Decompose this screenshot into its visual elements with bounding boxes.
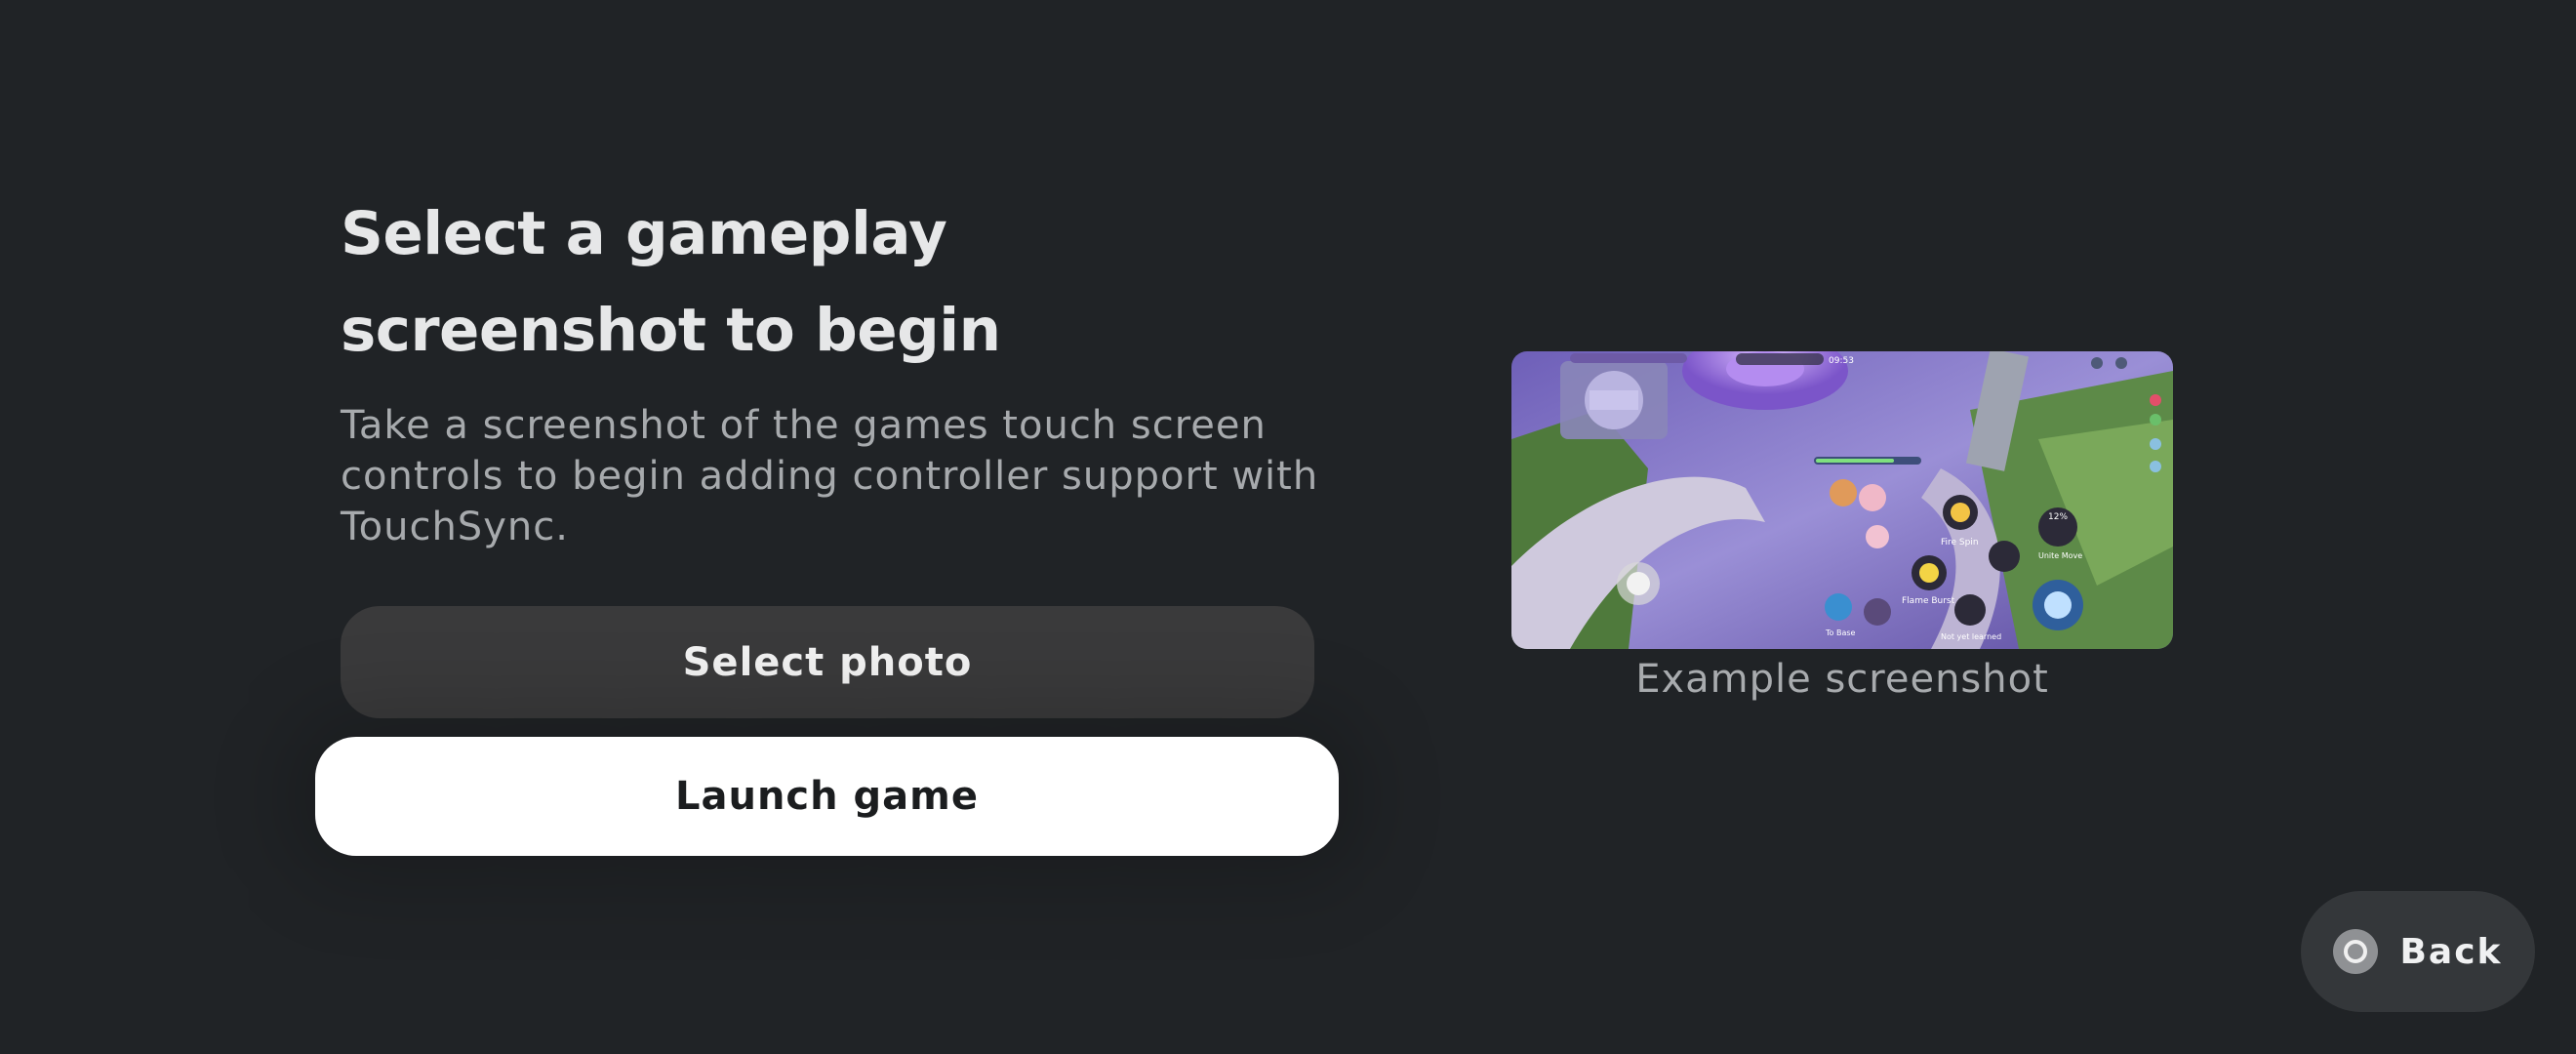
example-screenshot-panel: 09:53 Fire Spin Flame Burst 12% Unite Mo…	[1511, 351, 2173, 702]
instructions-panel: Select a gameplay screenshot to begin Ta…	[341, 185, 1317, 552]
back-button[interactable]: Back	[2301, 891, 2535, 1012]
image-timer-text: 09:53	[1829, 356, 1854, 366]
back-button-label: Back	[2399, 931, 2503, 972]
page-description: Take a screenshot of the games touch scr…	[341, 403, 1319, 549]
image-label-not-learned: Not yet learned	[1941, 632, 2001, 641]
image-label-flame-burst: Flame Burst	[1902, 596, 1955, 606]
example-screenshot-image: 09:53 Fire Spin Flame Burst 12% Unite Mo…	[1511, 351, 2173, 649]
image-label-to-base: To Base	[1825, 628, 1856, 637]
launch-game-button[interactable]: Launch game	[315, 737, 1339, 856]
select-photo-button[interactable]: Select photo	[341, 606, 1314, 718]
circle-button-inner-icon	[2344, 940, 2368, 963]
image-label-unite-move: Unite Move	[2038, 551, 2082, 560]
screenshot-setup-screen: Select a gameplay screenshot to begin Ta…	[0, 0, 2576, 1054]
image-label-fire-spin: Fire Spin	[1941, 538, 1979, 547]
image-unite-percent: 12%	[2048, 512, 2068, 522]
example-screenshot-caption: Example screenshot	[1635, 657, 2049, 702]
circle-button-icon	[2333, 929, 2379, 974]
page-title: Select a gameplay screenshot to begin	[341, 199, 1001, 365]
